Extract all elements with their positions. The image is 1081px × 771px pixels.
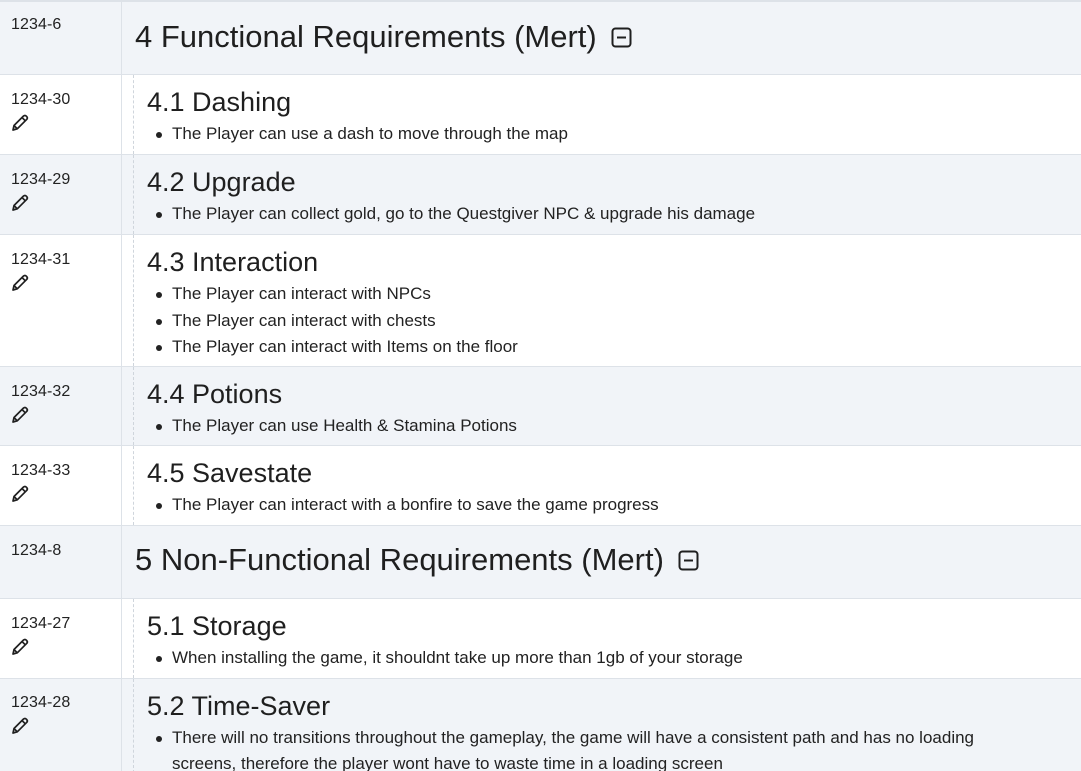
list-item: The Player can interact with chests <box>147 308 1081 335</box>
list-item: The Player can interact with Items on th… <box>147 334 1081 361</box>
bullet-list: When installing the game, it shouldnt ta… <box>147 645 1081 672</box>
requirement-row: 1234-29 4.2 Upgrade The Player can colle… <box>0 155 1081 235</box>
requirement-id: 1234-33 <box>11 462 71 479</box>
requirement-id: 1234-27 <box>11 615 71 632</box>
list-item: The Player can interact with a bonfire t… <box>147 492 1081 519</box>
requirement-content: 5.1 Storage When installing the game, it… <box>122 599 1081 678</box>
pencil-icon[interactable] <box>10 716 30 736</box>
id-cell: 1234-27 <box>0 599 122 678</box>
requirement-row: 1234-32 4.4 Potions The Player can use H… <box>0 367 1081 446</box>
requirement-title: 4.5 Savestate <box>147 458 313 488</box>
id-cell: 1234-31 <box>0 235 122 366</box>
requirement-title: 4.3 Interaction <box>147 247 319 277</box>
section-title: 5 Non-Functional Requirements (Mert) <box>135 542 664 577</box>
bullet-list: The Player can collect gold, go to the Q… <box>147 201 1081 228</box>
section-heading: 4 Functional Requirements (Mert) <box>122 2 1081 55</box>
list-item: The Player can use Health & Stamina Poti… <box>147 413 1081 440</box>
section-row: 1234-6 4 Functional Requirements (Mert) <box>0 2 1081 75</box>
section-id: 1234-8 <box>11 542 62 559</box>
requirement-id: 1234-32 <box>11 383 71 400</box>
section-content: 5 Non-Functional Requirements (Mert) <box>122 526 1081 598</box>
requirement-title: 4.2 Upgrade <box>147 167 296 197</box>
requirement-content: 4.2 Upgrade The Player can collect gold,… <box>122 155 1081 234</box>
requirement-content: 4.1 Dashing The Player can use a dash to… <box>122 75 1081 154</box>
id-cell: 1234-32 <box>0 367 122 445</box>
requirement-title: 5.1 Storage <box>147 611 287 641</box>
list-item: When installing the game, it shouldnt ta… <box>147 645 1081 672</box>
requirement-content: 4.5 Savestate The Player can interact wi… <box>122 446 1081 525</box>
list-item: The Player can use a dash to move throug… <box>147 121 1081 148</box>
list-item: The Player can collect gold, go to the Q… <box>147 201 1081 228</box>
section-title: 4 Functional Requirements (Mert) <box>135 19 597 54</box>
pencil-icon[interactable] <box>10 193 30 213</box>
requirement-id: 1234-29 <box>11 171 71 188</box>
id-cell: 1234-33 <box>0 446 122 525</box>
section-id: 1234-6 <box>11 16 62 33</box>
section-heading: 5 Non-Functional Requirements (Mert) <box>122 526 1081 578</box>
requirement-id: 1234-30 <box>11 91 71 108</box>
list-item: The Player can interact with NPCs <box>147 281 1081 308</box>
id-cell: 1234-28 <box>0 679 122 771</box>
requirements-document: 1234-6 4 Functional Requirements (Mert) … <box>0 0 1081 771</box>
pencil-icon[interactable] <box>10 273 30 293</box>
requirement-row: 1234-27 5.1 Storage When installing the … <box>0 599 1081 679</box>
id-cell: 1234-30 <box>0 75 122 154</box>
id-cell: 1234-8 <box>0 526 122 598</box>
id-cell: 1234-29 <box>0 155 122 234</box>
requirement-row: 1234-33 4.5 Savestate The Player can int… <box>0 446 1081 526</box>
requirement-content: 4.4 Potions The Player can use Health & … <box>122 367 1081 445</box>
minus-square-icon[interactable] <box>611 27 632 48</box>
requirement-row: 1234-31 4.3 Interaction The Player can i… <box>0 235 1081 367</box>
id-cell: 1234-6 <box>0 2 122 74</box>
requirement-title: 5.2 Time-Saver <box>147 691 331 721</box>
bullet-list: The Player can interact with a bonfire t… <box>147 492 1081 519</box>
section-row: 1234-8 5 Non-Functional Requirements (Me… <box>0 526 1081 599</box>
bullet-list: The Player can use Health & Stamina Poti… <box>147 413 1081 440</box>
requirement-title: 4.4 Potions <box>147 379 283 409</box>
requirement-row: 1234-30 4.1 Dashing The Player can use a… <box>0 75 1081 155</box>
requirement-title: 4.1 Dashing <box>147 87 292 117</box>
requirement-row: 1234-28 5.2 Time-Saver There will no tra… <box>0 679 1081 771</box>
pencil-icon[interactable] <box>10 484 30 504</box>
pencil-icon[interactable] <box>10 637 30 657</box>
minus-square-icon[interactable] <box>678 550 699 571</box>
requirement-id: 1234-28 <box>11 694 71 711</box>
bullet-list: The Player can use a dash to move throug… <box>147 121 1081 148</box>
section-content: 4 Functional Requirements (Mert) <box>122 2 1081 74</box>
requirement-id: 1234-31 <box>11 251 71 268</box>
bullet-list: The Player can interact with NPCs The Pl… <box>147 281 1081 361</box>
bullet-list: There will no transitions throughout the… <box>147 725 1081 771</box>
list-item: There will no transitions throughout the… <box>147 725 1027 771</box>
pencil-icon[interactable] <box>10 113 30 133</box>
requirement-content: 4.3 Interaction The Player can interact … <box>122 235 1081 366</box>
pencil-icon[interactable] <box>10 405 30 425</box>
requirement-content: 5.2 Time-Saver There will no transitions… <box>122 679 1081 771</box>
